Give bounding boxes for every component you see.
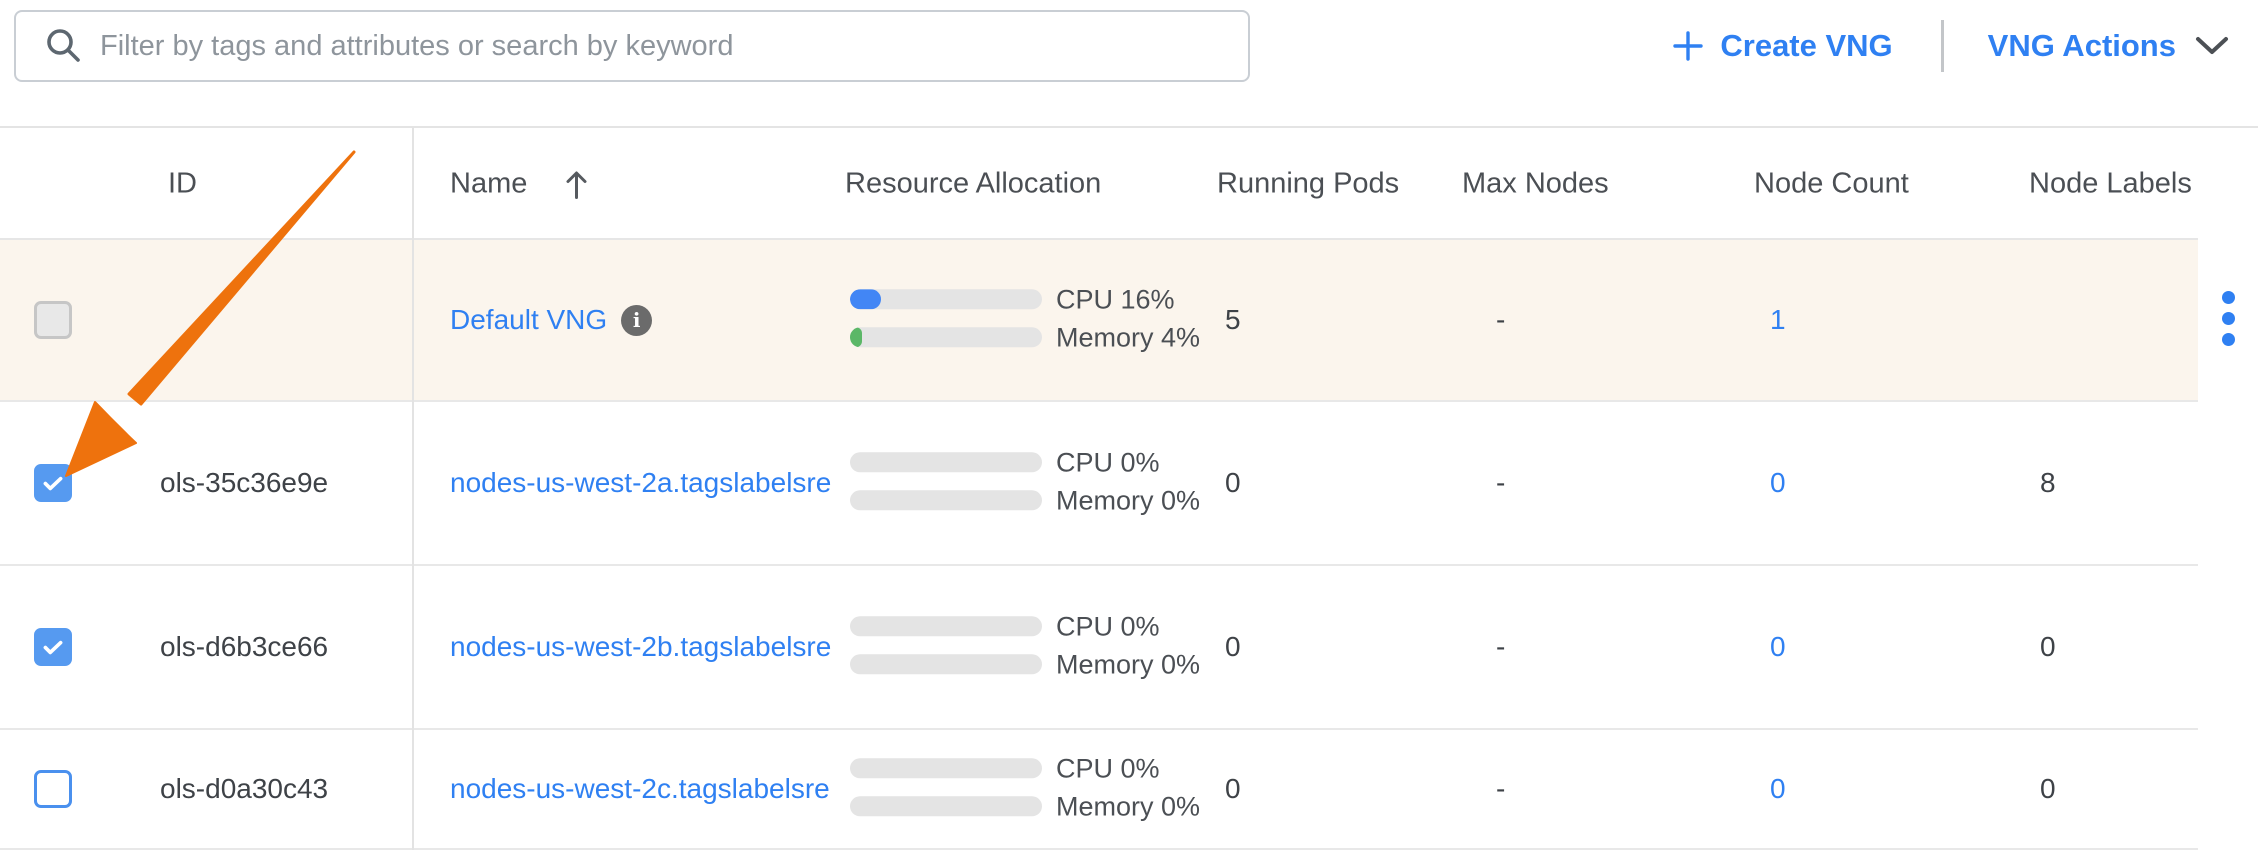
memory-label: Memory 0% — [1056, 485, 1200, 516]
vng-actions-label: VNG Actions — [1988, 28, 2176, 64]
chevron-down-icon — [2194, 35, 2230, 57]
table-row: ols-35c36e9e nodes-us-west-2a.tagslabels… — [0, 402, 2198, 566]
node-labels-value: 8 — [2040, 467, 2056, 499]
node-count-link[interactable]: 0 — [1770, 631, 1786, 663]
column-header-id[interactable]: ID — [168, 168, 197, 201]
row-checkbox[interactable] — [34, 301, 72, 339]
column-header-running-pods[interactable]: Running Pods — [1217, 168, 1399, 201]
id-name-column-divider — [412, 127, 414, 850]
resource-allocation-bars: CPU 16% Memory 4% — [850, 289, 1200, 347]
running-pods-value: 0 — [1225, 631, 1241, 663]
column-header-name[interactable]: Name — [450, 168, 590, 201]
memory-bar-fill — [850, 327, 862, 347]
memory-label: Memory 4% — [1056, 322, 1200, 353]
running-pods-value: 0 — [1225, 773, 1241, 805]
cpu-bar-track — [850, 452, 1042, 472]
create-vng-button[interactable]: Create VNG — [1672, 28, 1892, 64]
cpu-bar-fill — [850, 289, 881, 309]
node-count-link[interactable]: 1 — [1770, 304, 1786, 336]
vng-actions-dropdown[interactable]: VNG Actions — [1988, 28, 2230, 64]
max-nodes-value: - — [1496, 304, 1505, 336]
memory-bar-track — [850, 490, 1042, 510]
row-checkbox[interactable] — [34, 464, 72, 502]
sort-ascending-icon — [563, 168, 590, 200]
node-count-link[interactable]: 0 — [1770, 467, 1786, 499]
max-nodes-value: - — [1496, 467, 1505, 499]
search-input[interactable] — [100, 30, 1228, 63]
toolbar-divider — [1941, 20, 1944, 72]
vng-name-link[interactable]: nodes-us-west-2b.tagslabelsre — [450, 631, 831, 663]
running-pods-value: 5 — [1225, 304, 1241, 336]
memory-label: Memory 0% — [1056, 791, 1200, 822]
memory-bar-track — [850, 327, 1042, 347]
column-header-node-labels[interactable]: Node Labels — [2029, 168, 2192, 201]
row-checkbox[interactable] — [34, 770, 72, 808]
table-body: Default VNG i CPU 16% Memory 4% 5 - 1 ol… — [0, 240, 2258, 850]
cpu-label: CPU 16% — [1056, 284, 1175, 315]
plus-icon — [1672, 30, 1704, 62]
row-checkbox[interactable] — [34, 628, 72, 666]
running-pods-value: 0 — [1225, 467, 1241, 499]
memory-bar-track — [850, 654, 1042, 674]
cpu-label: CPU 0% — [1056, 447, 1160, 478]
vng-name-link[interactable]: Default VNG — [450, 304, 607, 336]
create-vng-label: Create VNG — [1720, 28, 1892, 64]
memory-label: Memory 0% — [1056, 649, 1200, 680]
node-labels-value: 0 — [2040, 773, 2056, 805]
vng-id: ols-d0a30c43 — [160, 773, 328, 805]
vng-id: ols-d6b3ce66 — [160, 631, 328, 663]
max-nodes-value: - — [1496, 773, 1505, 805]
column-header-max-nodes[interactable]: Max Nodes — [1462, 168, 1609, 201]
node-count-link[interactable]: 0 — [1770, 773, 1786, 805]
table-header: ID Name Resource Allocation Running Pods… — [0, 126, 2258, 240]
column-header-node-count[interactable]: Node Count — [1754, 168, 1909, 201]
table-row: ols-d0a30c43 nodes-us-west-2c.tagslabels… — [0, 730, 2198, 850]
cpu-label: CPU 0% — [1056, 611, 1160, 642]
resource-allocation-bars: CPU 0% Memory 0% — [850, 616, 1200, 674]
vng-name-link[interactable]: nodes-us-west-2c.tagslabelsre — [450, 773, 830, 805]
max-nodes-value: - — [1496, 631, 1505, 663]
search-input-wrapper[interactable] — [14, 10, 1250, 82]
cpu-bar-track — [850, 616, 1042, 636]
search-icon — [44, 26, 84, 66]
table-row: Default VNG i CPU 16% Memory 4% 5 - 1 — [0, 240, 2198, 402]
vng-list-page: Create VNG VNG Actions ID Name Resour — [0, 0, 2258, 854]
resource-allocation-bars: CPU 0% Memory 0% — [850, 452, 1200, 510]
cpu-bar-track — [850, 758, 1042, 778]
vng-name-link[interactable]: nodes-us-west-2a.tagslabelsre — [450, 467, 831, 499]
cpu-bar-track — [850, 289, 1042, 309]
memory-bar-track — [850, 796, 1042, 816]
toolbar-actions: Create VNG VNG Actions — [1672, 14, 2230, 78]
column-header-resource-allocation[interactable]: Resource Allocation — [845, 168, 1101, 201]
vng-id: ols-35c36e9e — [160, 467, 328, 499]
info-icon[interactable]: i — [621, 305, 652, 336]
cpu-label: CPU 0% — [1056, 753, 1160, 784]
resource-allocation-bars: CPU 0% Memory 0% — [850, 758, 1200, 816]
table-row: ols-d6b3ce66 nodes-us-west-2b.tagslabels… — [0, 566, 2198, 730]
node-labels-value: 0 — [2040, 631, 2056, 663]
